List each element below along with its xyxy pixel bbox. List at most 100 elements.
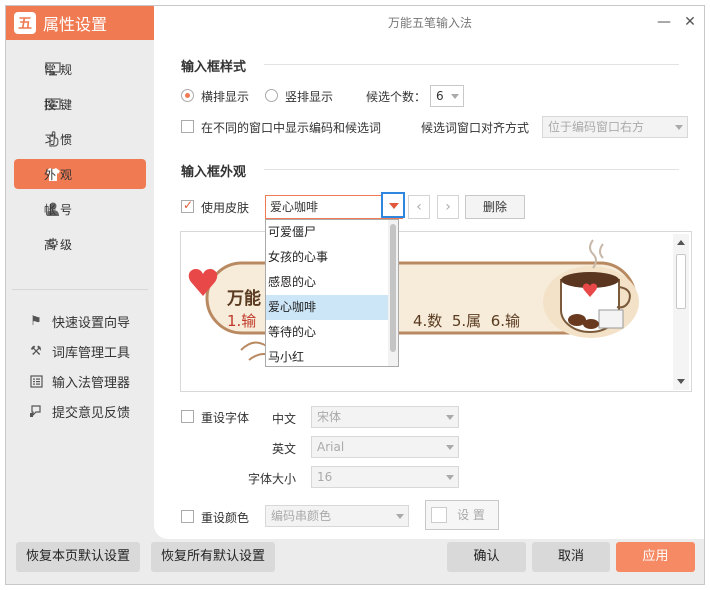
- align-label: 候选词窗口对齐方式: [421, 121, 530, 135]
- chevron-down-icon: [446, 475, 454, 480]
- skin-option[interactable]: 马小红: [266, 345, 390, 366]
- skin-option-selected[interactable]: 爱心咖啡: [266, 295, 390, 320]
- nav-label: 高级: [44, 237, 77, 252]
- align-value: 位于编码窗口右方: [548, 120, 645, 134]
- feedback-icon: [28, 403, 44, 419]
- skin-preview: 万能 1.输 4.数 5.属 6.输: [180, 231, 692, 392]
- settings-window: 五 属性设置 常规 按键 习惯 外观 帐号 ⚙ 高级 ⚑ 快速设置向导 ⚒ 词库…: [5, 5, 705, 585]
- next-skin-button[interactable]: ›: [437, 195, 459, 219]
- skin-option[interactable]: 等待的心: [266, 320, 390, 345]
- skin-option[interactable]: 女孩的心事: [266, 245, 390, 270]
- skin-option[interactable]: 可爱僵尸: [266, 220, 390, 245]
- reset-color-label: 重设颜色: [201, 511, 250, 525]
- scroll-down-icon[interactable]: [677, 379, 685, 384]
- preview-scrollbar[interactable]: [673, 234, 689, 390]
- tool-label: 词库管理工具: [52, 345, 131, 361]
- chevron-down-icon: [451, 94, 459, 99]
- flag-icon: ⚑: [30, 313, 42, 329]
- per-window-checkbox[interactable]: [181, 120, 194, 133]
- cancel-button[interactable]: 取消: [532, 542, 610, 572]
- per-window-label: 在不同的窗口中显示编码和候选词: [201, 121, 382, 135]
- close-button[interactable]: ✕: [680, 12, 700, 32]
- ok-button[interactable]: 确认: [447, 542, 526, 572]
- use-skin-checkbox[interactable]: [181, 198, 194, 213]
- english-font-label: 英文: [272, 442, 297, 456]
- tool-quick-setup[interactable]: ⚑ 快速设置向导: [28, 310, 130, 332]
- skin-dropdown-toggle[interactable]: [381, 192, 405, 218]
- chevron-down-icon: [675, 125, 683, 130]
- restore-all-defaults-button[interactable]: 恢复所有默认设置: [151, 542, 275, 572]
- restore-page-defaults-button[interactable]: 恢复本页默认设置: [16, 542, 140, 572]
- nav-item-keys[interactable]: 按键: [14, 89, 146, 119]
- section-divider: [264, 169, 679, 170]
- english-font-select[interactable]: Arial: [311, 436, 459, 458]
- font-size-select[interactable]: 16: [311, 466, 459, 488]
- color-target-select[interactable]: 编码串颜色: [265, 505, 409, 527]
- english-font-value: Arial: [317, 440, 345, 454]
- nav-label: 帐号: [44, 202, 77, 217]
- scroll-thumb[interactable]: [676, 254, 686, 309]
- reset-font-label: 重设字体: [201, 411, 250, 425]
- chevron-down-icon: [396, 514, 404, 519]
- sidebar-title: 属性设置: [43, 15, 108, 34]
- align-select[interactable]: 位于编码窗口右方: [542, 116, 688, 138]
- nav-label: 常规: [44, 62, 77, 77]
- section-title-appearance: 输入框外观: [181, 165, 247, 180]
- skin-select-value: 爱心咖啡: [270, 200, 319, 214]
- nav-item-appearance[interactable]: 外观: [14, 159, 146, 189]
- nav-item-habits[interactable]: 习惯: [14, 124, 146, 154]
- tool-label: 提交意见反馈: [52, 405, 131, 421]
- chevron-down-icon: [446, 445, 454, 450]
- delete-skin-button[interactable]: 删除: [465, 195, 525, 219]
- nav-item-advanced[interactable]: ⚙ 高级: [14, 229, 146, 259]
- nav-label: 习惯: [44, 132, 77, 147]
- chinese-font-select[interactable]: 宋体: [311, 406, 459, 428]
- section-title-input-style: 输入框样式: [181, 60, 247, 75]
- vertical-radio[interactable]: [265, 89, 278, 102]
- set-color-button[interactable]: 设 置: [425, 500, 499, 530]
- tool-feedback[interactable]: 提交意见反馈: [28, 400, 130, 422]
- tool-label: 快速设置向导: [52, 315, 131, 331]
- nav-item-account[interactable]: 帐号: [14, 194, 146, 224]
- horizontal-radio[interactable]: [181, 89, 194, 102]
- nav-label: 按键: [44, 97, 77, 112]
- horizontal-label: 横排显示: [201, 90, 250, 104]
- preview-code-text: 万能: [227, 289, 261, 309]
- tool-label: 输入法管理器: [52, 375, 131, 391]
- tools-icon: ⚒: [30, 343, 42, 359]
- font-size-label: 字体大小: [248, 472, 297, 486]
- preview-candidates-left: 1.输: [227, 312, 257, 330]
- minimize-button[interactable]: —: [654, 12, 674, 32]
- sidebar-header: 五 属性设置: [6, 6, 154, 40]
- dropdown-scroll-thumb[interactable]: [390, 224, 396, 352]
- apply-button[interactable]: 应用: [616, 542, 695, 572]
- font-size-value: 16: [317, 470, 333, 484]
- candidate-count-value: 6: [436, 89, 444, 103]
- reset-font-checkbox[interactable]: [181, 410, 194, 423]
- chinese-font-value: 宋体: [317, 410, 342, 424]
- main-panel: 万能五笔输入法 — ✕ 输入框样式 横排显示 竖排显示 候选个数： 6 在不同的…: [154, 6, 704, 539]
- tool-dictionary-manager[interactable]: ⚒ 词库管理工具: [28, 340, 130, 362]
- window-title: 万能五笔输入法: [387, 16, 472, 30]
- skin-dropdown-list: 可爱僵尸 女孩的心事 感恩的心 爱心咖啡 等待的心 马小红: [265, 219, 399, 367]
- preview-candidates-right: 4.数 5.属 6.输: [413, 312, 521, 330]
- chinese-font-label: 中文: [272, 412, 297, 426]
- set-color-label: 设 置: [457, 508, 485, 522]
- chevron-down-icon: [446, 415, 454, 420]
- use-skin-label: 使用皮肤: [201, 201, 250, 215]
- skin-option[interactable]: 感恩的心: [266, 270, 390, 295]
- color-swatch: [431, 507, 447, 523]
- dropdown-scrollbar[interactable]: [388, 220, 398, 366]
- sidebar: 五 属性设置 常规 按键 习惯 外观 帐号 ⚙ 高级 ⚑ 快速设置向导 ⚒ 词库…: [6, 6, 154, 539]
- scroll-up-icon[interactable]: [677, 240, 685, 245]
- tool-ime-manager[interactable]: 输入法管理器: [28, 370, 130, 392]
- sidebar-divider: [12, 289, 148, 290]
- section-divider: [264, 64, 679, 65]
- candidate-count-select[interactable]: 6: [430, 85, 464, 107]
- vertical-label: 竖排显示: [285, 90, 334, 104]
- nav-item-general[interactable]: 常规: [14, 54, 146, 84]
- reset-color-checkbox[interactable]: [181, 510, 194, 523]
- nav-label: 外观: [44, 167, 77, 182]
- app-logo-icon: 五: [14, 12, 36, 34]
- prev-skin-button[interactable]: ‹: [408, 195, 430, 219]
